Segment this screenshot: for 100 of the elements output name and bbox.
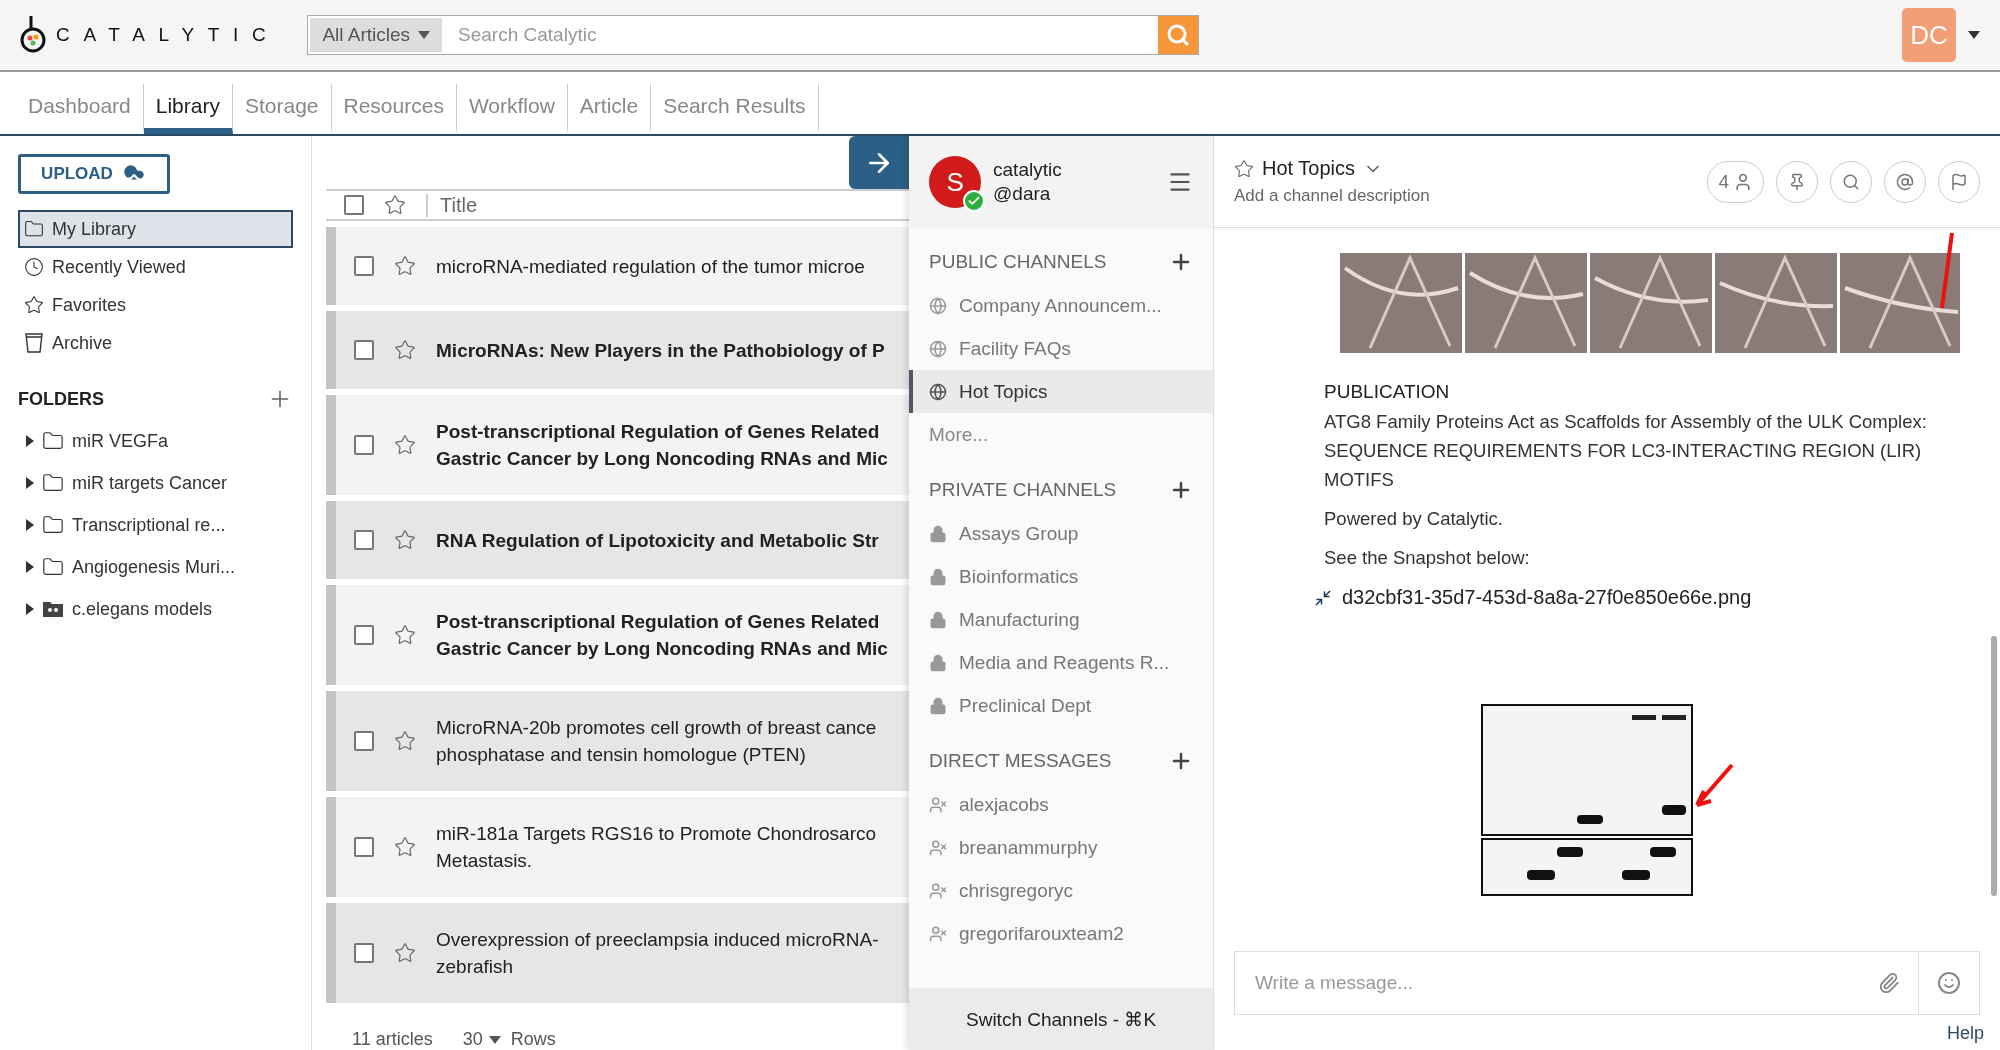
star-icon[interactable] [394, 836, 417, 858]
article-row[interactable]: RNA Regulation of Lipotoxicity and Metabolic Str [326, 501, 910, 579]
article-row[interactable]: MicroRNAs: New Players in the Pathobiology of P [326, 311, 910, 389]
star-icon[interactable] [394, 529, 417, 551]
folder-item[interactable]: miR VEGFa [18, 420, 294, 462]
logo-icon [20, 16, 46, 54]
expand-caret-icon[interactable] [26, 561, 34, 573]
article-row[interactable]: MicroRNA-20b promotes cell growth of breast cance phosphatase and tensin homologue (PTEN) [326, 691, 910, 791]
message-heading: PUBLICATION [1324, 381, 1451, 403]
row-checkbox[interactable] [354, 530, 375, 550]
row-checkbox[interactable] [354, 943, 375, 963]
star-icon [24, 295, 44, 315]
channel-item[interactable]: alexjacobs [909, 783, 1213, 826]
nav-tab[interactable]: Workflow [456, 84, 568, 134]
library-nav-item[interactable]: Archive [18, 324, 294, 362]
mention-button[interactable] [1884, 160, 1926, 203]
message-text: Powered by Catalytic. [1324, 507, 1504, 531]
flag-button[interactable] [1938, 160, 1980, 203]
user-handle: @dara [993, 182, 1052, 206]
nav-tab[interactable]: Library [143, 84, 233, 134]
folder-label: miR VEGFa [72, 430, 168, 452]
globe-icon [929, 296, 948, 315]
star-icon[interactable] [394, 730, 417, 752]
folder-item[interactable]: miR targets Cancer [18, 462, 294, 504]
rows-per-page-dropdown[interactable]: 30 [462, 1029, 501, 1050]
row-checkbox[interactable] [354, 435, 375, 455]
caret-icon[interactable] [1968, 31, 1980, 39]
article-row[interactable]: Overexpression of preeclampsia induced microRNA- zebrafish [326, 903, 910, 1003]
star-icon[interactable] [394, 339, 417, 361]
star-icon[interactable] [1234, 158, 1254, 179]
folder-item[interactable]: c.elegans models [18, 588, 294, 630]
channel-item[interactable]: gregorifarouxteam2 [909, 912, 1213, 955]
article-row[interactable]: Post-transcriptional Regulation of Genes Related Gastric Cancer by Long Noncoding RNAs and Mic [326, 395, 910, 495]
channel-item[interactable]: breanammurphy [909, 826, 1213, 869]
user-icon [929, 795, 948, 814]
star-icon[interactable] [394, 624, 417, 646]
folder-item[interactable]: Angiogenesis Muri... [18, 546, 294, 588]
channel-item[interactable]: Facility FAQs [909, 327, 1213, 370]
star-icon[interactable] [394, 255, 417, 277]
nav-tab[interactable]: Search Results [651, 84, 819, 134]
nav-tab[interactable]: Storage [232, 84, 332, 134]
message-text: See the Snapshot below: [1324, 546, 1531, 570]
pin-icon [1788, 172, 1806, 191]
search-button[interactable] [1158, 16, 1199, 54]
scope-dropdown[interactable]: All Articles [310, 18, 443, 52]
pin-button[interactable] [1776, 160, 1818, 203]
library-nav-item[interactable]: Favorites [18, 286, 294, 324]
message-field[interactable]: Write a message... [1234, 951, 1980, 1015]
switch-channels-button[interactable]: Switch Channels - ⌘K [909, 988, 1213, 1050]
file-link[interactable]: d32cbf31-35d7-453d-8a8a-27f0e850e66e.png [1314, 586, 1960, 609]
row-checkbox[interactable] [354, 625, 375, 645]
article-row[interactable]: miR-181a Targets RGS16 to Promote Chondrosarco Metastasis. [326, 797, 910, 897]
section-title: PUBLIC CHANNELS [929, 251, 1107, 273]
channel-item[interactable]: Hot Topics [909, 370, 1213, 413]
row-checkbox[interactable] [354, 256, 375, 276]
channel-item[interactable]: Manufacturing [909, 598, 1213, 641]
row-checkbox[interactable] [354, 731, 375, 751]
nav-tab[interactable]: Resources [331, 84, 457, 134]
channel-item[interactable]: Company Announcem... [909, 284, 1213, 327]
lock-icon [929, 567, 948, 586]
shrink-arrows-icon [1314, 588, 1332, 607]
article-title: Post-transcriptional Regulation of Genes Related [436, 420, 881, 444]
nav-tab[interactable]: Dashboard [16, 84, 144, 134]
expand-caret-icon[interactable] [26, 519, 34, 531]
lock-icon [929, 696, 948, 715]
user-icon [929, 881, 948, 900]
channel-item[interactable]: Bioinformatics [909, 555, 1213, 598]
article-count: 11 articles [352, 1029, 433, 1050]
expand-caret-icon[interactable] [26, 435, 34, 447]
star-icon[interactable] [394, 942, 417, 964]
star-icon[interactable] [394, 434, 417, 456]
lock-icon [929, 524, 948, 543]
channel-item[interactable]: Media and Reagents R... [909, 641, 1213, 684]
nav-tab[interactable]: Article [567, 84, 652, 134]
upload-button[interactable]: UPLOAD [18, 154, 170, 194]
help-link[interactable]: Help [1946, 1023, 1984, 1044]
channel-description[interactable]: Add a channel description [1234, 186, 1696, 206]
library-nav-item[interactable]: My Library [18, 210, 294, 248]
channel-item[interactable]: chrisgregoryc [909, 869, 1213, 912]
search-button[interactable] [1830, 160, 1872, 203]
select-all-checkbox[interactable] [344, 195, 365, 215]
row-checkbox[interactable] [354, 340, 375, 360]
library-nav-item[interactable]: Recently Viewed [18, 248, 294, 286]
folder-item[interactable]: Transcriptional re... [18, 504, 294, 546]
article-title: Gastric Cancer by Long Noncoding RNAs and Mic [436, 637, 888, 661]
expand-caret-icon[interactable] [26, 477, 34, 489]
forward-button[interactable] [849, 136, 910, 189]
row-checkbox[interactable] [354, 837, 375, 857]
channel-item[interactable]: Preclinical Dept [909, 684, 1213, 727]
article-row[interactable]: Post-transcriptional Regulation of Genes Related Gastric Cancer by Long Noncoding RNAs and Mic [326, 585, 910, 685]
scrollbar[interactable] [1991, 636, 1997, 896]
paperclip-icon [1878, 972, 1900, 994]
channel-title[interactable]: Hot Topics [1262, 157, 1355, 180]
column-header[interactable]: Title [426, 193, 478, 217]
members-button[interactable]: 4 [1707, 160, 1764, 203]
search-field[interactable]: All Articles Search Catalytic [307, 15, 1200, 55]
article-row[interactable]: microRNA-mediated regulation of the tumor microe [326, 227, 910, 305]
publication-title: ATG8 Family Proteins Act as Scaffolds for Assembly of the ULK Complex: SEQUENCE REQUIREMENTS FOR LC3-INTERACTING REGION (LIR) MOTIFS [1324, 410, 1928, 492]
expand-caret-icon[interactable] [26, 603, 34, 615]
channel-item[interactable]: Assays Group [909, 512, 1213, 555]
